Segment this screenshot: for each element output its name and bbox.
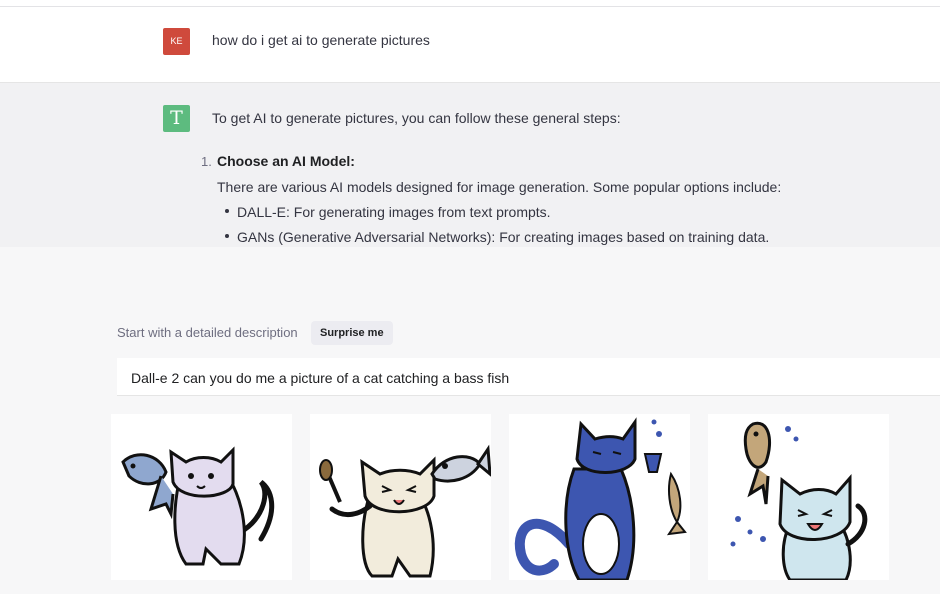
top-bar [0, 0, 940, 7]
assistant-avatar: T [163, 105, 190, 132]
bullet-text: DALL-E: For generating images from text … [237, 204, 551, 220]
result-image-3[interactable] [509, 414, 690, 580]
prompt-input[interactable] [129, 358, 913, 398]
result-image-2[interactable] [310, 414, 491, 580]
cat-splashing-fish-image [730, 421, 868, 580]
step-description: There are various AI models designed for… [217, 179, 782, 195]
surprise-me-button[interactable]: Surprise me [311, 321, 393, 345]
cat-with-brush-and-fish-image [319, 444, 491, 578]
user-message-row: KE how do i get ai to generate pictures [0, 7, 940, 83]
step-number: 1. [201, 154, 212, 169]
prompt-label: Start with a detailed description [117, 325, 298, 340]
assistant-message-row: T To get AI to generate pictures, you ca… [0, 83, 940, 247]
assistant-intro-text: To get AI to generate pictures, you can … [212, 110, 621, 126]
step-title: Choose an AI Model: [217, 153, 355, 169]
result-image-4[interactable] [708, 414, 889, 580]
bullet-dot-icon [225, 209, 229, 214]
bullet-item: DALL-E: For generating images from text … [225, 204, 551, 220]
blue-cat-with-cup-and-fish-image [514, 417, 687, 580]
user-avatar: KE [163, 28, 190, 55]
bullet-dot-icon [225, 234, 229, 239]
cat-holding-fish-image [121, 446, 275, 566]
result-image-1[interactable] [111, 414, 292, 580]
bullet-item: GANs (Generative Adversarial Networks): … [225, 229, 769, 245]
bullet-text: GANs (Generative Adversarial Networks): … [237, 229, 770, 245]
prompt-box [117, 358, 940, 398]
user-message-text: how do i get ai to generate pictures [212, 32, 430, 48]
